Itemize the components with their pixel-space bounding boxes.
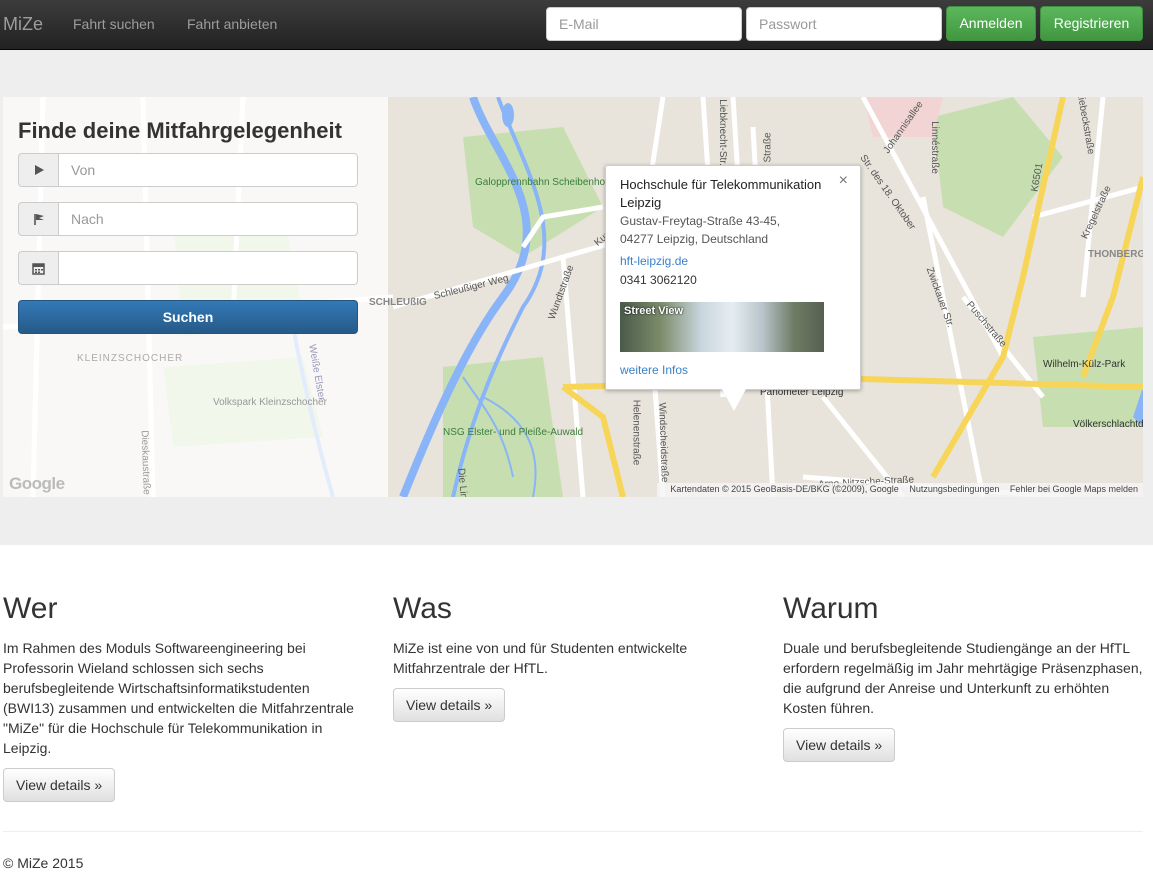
column-wer: Wer Im Rahmen des Moduls Softwareenginee… (3, 592, 363, 802)
register-button[interactable]: Registrieren (1040, 6, 1143, 41)
map-label: Helenenstraße (630, 399, 642, 466)
nav-fahrt-suchen[interactable]: Fahrt suchen (73, 16, 155, 32)
column-was: Was MiZe ist eine von und für Studenten … (393, 592, 753, 722)
nav-fahrt-anbieten[interactable]: Fahrt anbieten (187, 16, 277, 32)
street-view-label: Street View (624, 305, 684, 317)
password-input[interactable] (746, 7, 942, 41)
map-label: Linnéstraße (928, 121, 940, 174)
map-label: Volkspark Kleinzschocher (213, 397, 327, 408)
from-input[interactable] (58, 153, 358, 187)
place-name: Hochschule für Telekommunikation Leipzig (620, 177, 822, 210)
phone-number: 0341 3062120 (620, 273, 697, 287)
column-heading: Warum (783, 592, 879, 625)
street-view-thumbnail[interactable]: Street View (620, 302, 824, 352)
google-logo: Google (9, 474, 65, 493)
footer-copyright: © MiZe 2015 (3, 855, 84, 871)
address-line-1: Gustav-Freytag-Straße 43-45, (620, 214, 781, 228)
to-input[interactable] (58, 202, 358, 236)
place-address: Gustav-Freytag-Straße 43-45, 04277 Leipz… (620, 212, 840, 248)
map-label: NSG Elster- und Pleiße-Auwald (443, 427, 584, 438)
from-group (18, 153, 358, 187)
report-link[interactable]: Fehler bei Google Maps melden (1010, 484, 1138, 494)
search-title: Finde deine Mitfahrgelegenheit (18, 118, 342, 143)
search-button[interactable]: Suchen (18, 300, 358, 334)
view-details-button[interactable]: View details » (783, 728, 896, 762)
map-label: Dieskaustraße (138, 430, 152, 495)
map-label: Völkerschlachtdenkmal (1073, 419, 1143, 430)
navbar: MiZe Fahrt suchen Fahrt anbieten Anmelde… (0, 0, 1153, 50)
column-heading: Was (393, 592, 452, 625)
flag-icon (18, 202, 58, 236)
column-text: MiZe ist eine von und für Studenten entw… (393, 640, 688, 676)
map-label: KLEINZSCHOCHER (77, 353, 184, 364)
info-window-pointer (722, 389, 746, 411)
to-group (18, 202, 358, 236)
column-heading: Wer (3, 592, 58, 625)
play-icon (18, 153, 58, 187)
date-group (18, 251, 358, 285)
column-warum: Warum Duale und berufsbegleitende Studie… (783, 592, 1143, 762)
map-label: Wilhelm-Külz-Park (1043, 359, 1126, 370)
footer-divider (3, 831, 1143, 832)
map-info-window: × Hochschule für Telekommunikation Leipz… (605, 165, 861, 390)
map-label: THONBERG (1088, 249, 1143, 260)
more-info-link[interactable]: weitere Infos (620, 363, 688, 377)
login-button[interactable]: Anmelden (946, 6, 1036, 41)
map-attribution: Kartendaten © 2015 GeoBasis-DE/BKG (©200… (657, 483, 1143, 497)
close-icon[interactable]: × (839, 172, 848, 190)
map-label: Galopprennbahn Scheibenholz (475, 177, 613, 188)
column-text: Duale und berufsbegleitende Studiengänge… (783, 640, 1143, 716)
column-text: Im Rahmen des Moduls Softwareengineering… (3, 640, 354, 756)
map-label: Liebknecht-Str. (716, 99, 728, 166)
calendar-icon (18, 251, 58, 285)
view-details-button[interactable]: View details » (393, 688, 506, 722)
attribution-text: Kartendaten © 2015 GeoBasis-DE/BKG (©200… (670, 484, 899, 494)
brand-link[interactable]: MiZe (3, 14, 43, 35)
terms-link[interactable]: Nutzungsbedingungen (909, 484, 999, 494)
website-link[interactable]: hft-leipzig.de (620, 254, 688, 268)
date-input[interactable] (58, 251, 358, 285)
email-input[interactable] (546, 7, 742, 41)
map-label: SCHLEUßIG (369, 297, 427, 308)
address-line-2: 04277 Leipzig, Deutschland (620, 232, 769, 246)
map-label: Straße (762, 132, 774, 163)
view-details-button[interactable]: View details » (3, 768, 116, 802)
